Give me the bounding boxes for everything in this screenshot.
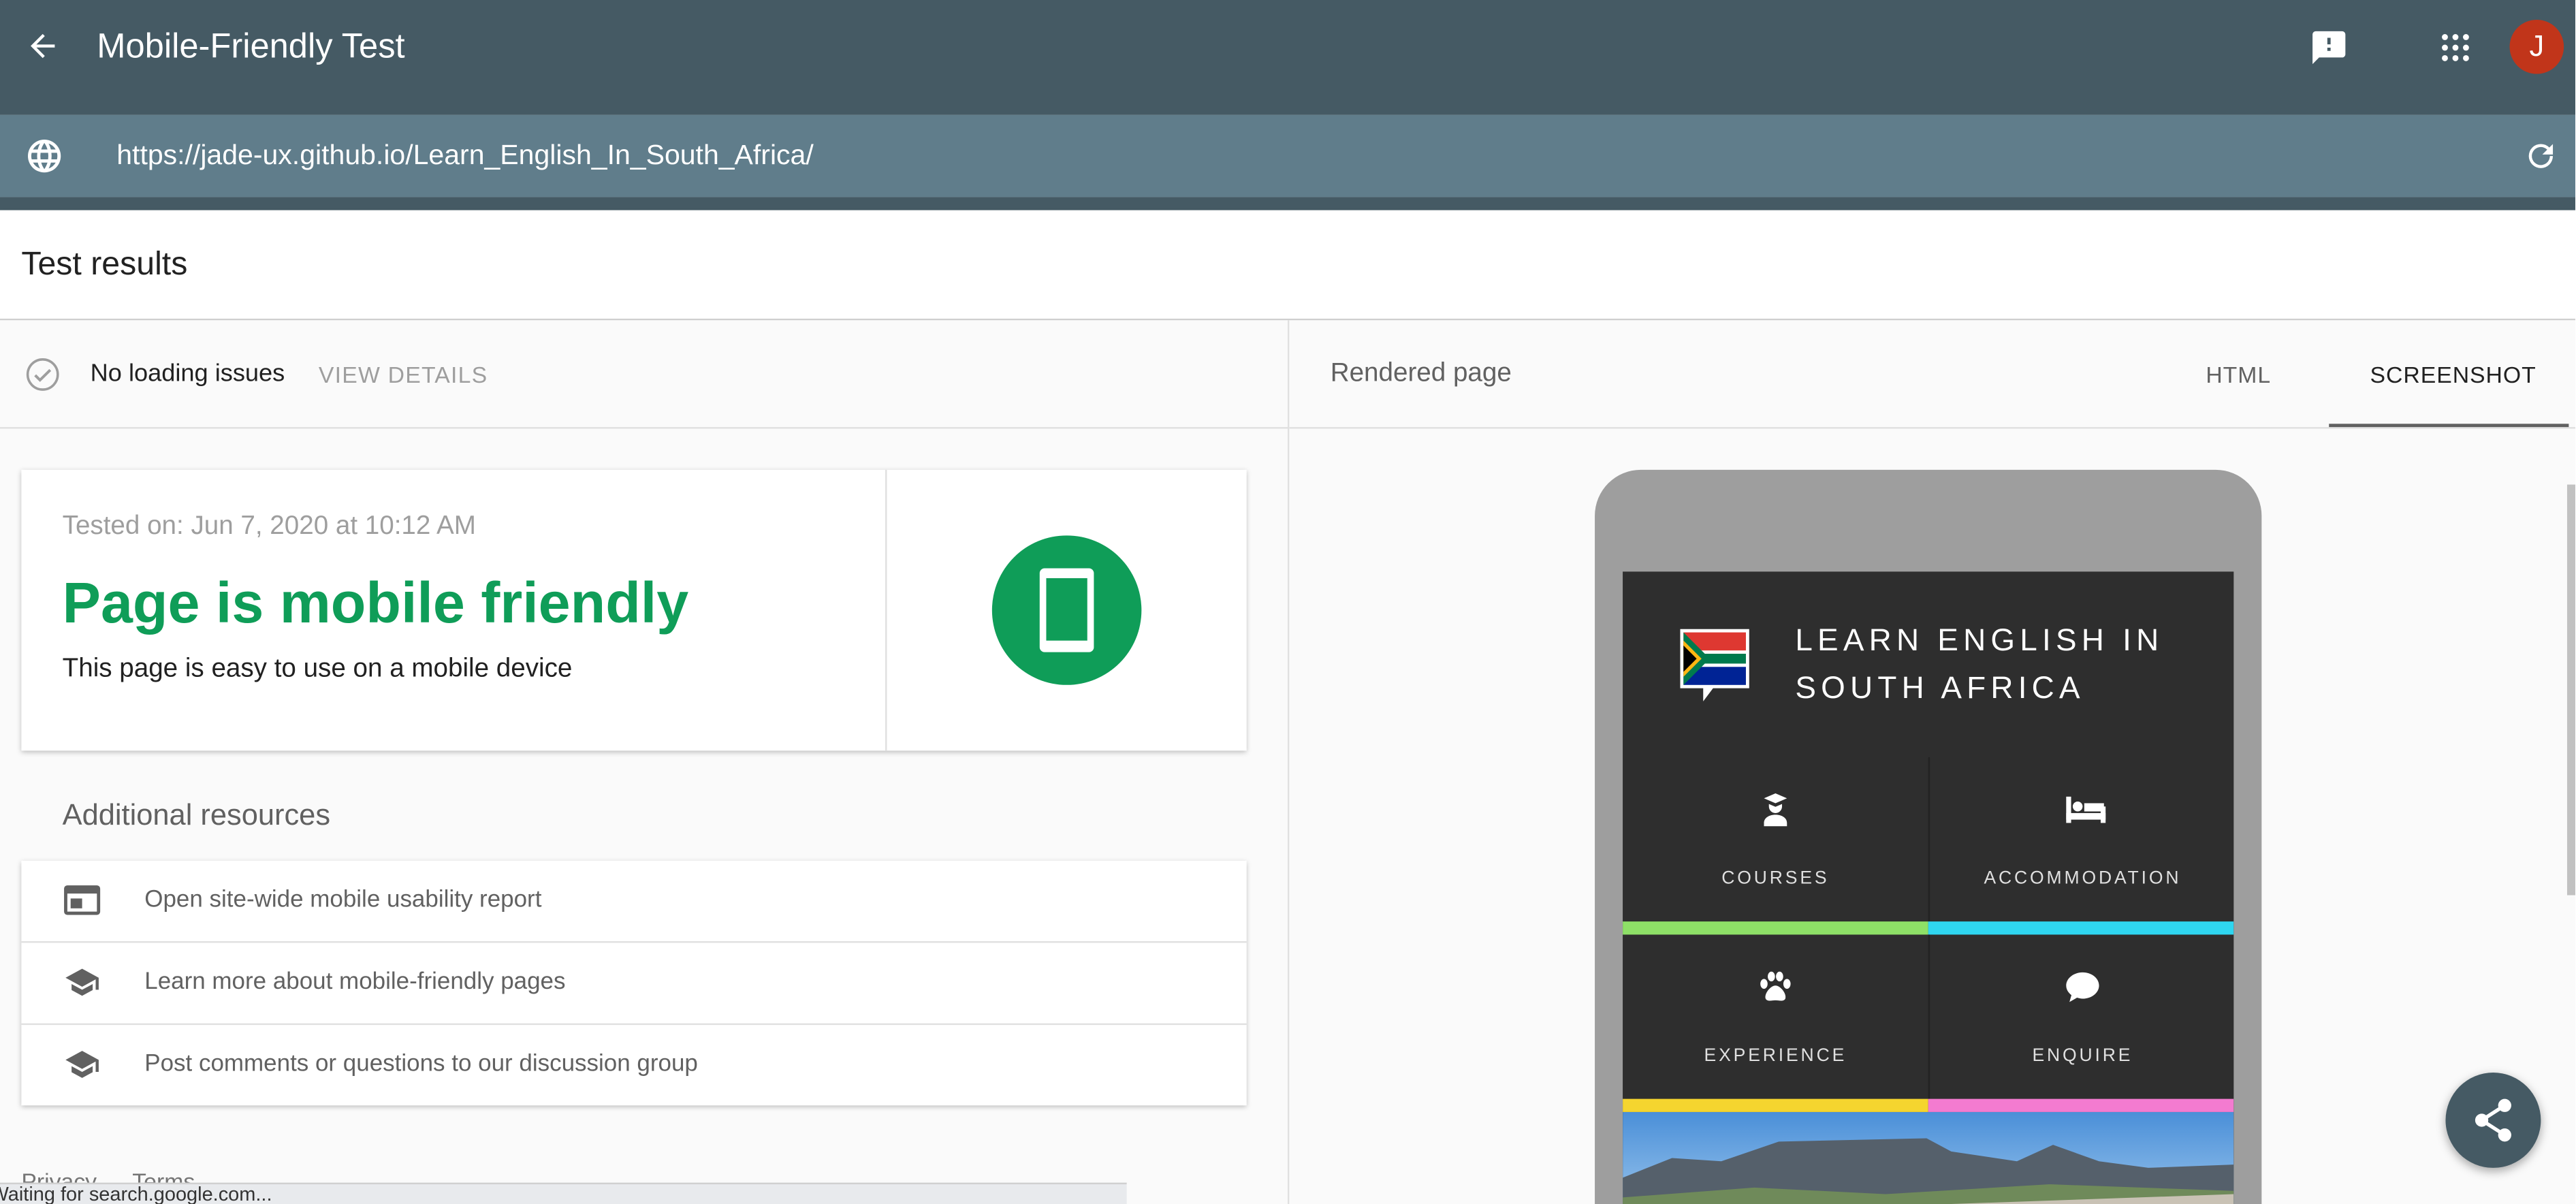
tile-label: EXPERIENCE [1704,1046,1847,1066]
tile-stripe-experience [1623,1098,1928,1112]
graduate-icon [1755,790,1795,838]
card-divider [885,469,887,751]
resource-item-learn-more[interactable]: Learn more about mobile-friendly pages [21,942,1247,1026]
app-bar: Mobile-Friendly Test J [0,0,2576,115]
site-title-line2: SOUTH AFRICA [1795,671,2085,707]
resource-item-usability-report[interactable]: Open site-wide mobile usability report [21,861,1247,943]
tile-label: COURSES [1721,868,1830,889]
loading-status-row: No loading issues VIEW DETAILS [0,320,1288,429]
refresh-icon[interactable] [2519,135,2562,178]
active-tab-indicator [2329,424,2569,428]
tile-label: ACCOMMODATION [1984,868,2182,889]
table-mountain-photo [1623,1111,2234,1204]
tab-html[interactable]: HTML [2206,362,2271,388]
browser-status-text: Waiting for search.google.com... [0,1182,272,1204]
results-heading: Test results [21,246,188,283]
share-button[interactable] [2445,1073,2541,1168]
site-screenshot: LEARN ENGLISH IN SOUTH AFRICA COURSES AC… [1623,571,2234,1204]
browser-status-bar: Waiting for search.google.com... [0,1182,1127,1204]
results-header: Test results [0,210,2576,321]
verdict-card: Tested on: Jun 7, 2020 at 10:12 AM Page … [21,469,1247,751]
url-input[interactable]: https://jade-ux.github.io/Learn_English_… [116,140,814,172]
tile-experience: EXPERIENCE [1623,934,1930,1112]
resource-item-discussion-group[interactable]: Post comments or questions to our discus… [21,1025,1246,1105]
tile-accommodation: ACCOMMODATION [1930,757,2233,934]
paw-icon [1755,968,1795,1015]
tile-courses: COURSES [1623,757,1930,935]
feedback-icon[interactable] [2308,27,2351,69]
resource-label: Learn more about mobile-friendly pages [144,969,566,996]
tile-stripe-accommodation [1928,921,2234,935]
tested-on-text: Tested on: Jun 7, 2020 at 10:12 AM [62,512,476,541]
rendered-tabs: Rendered page HTML SCREENSHOT [1289,320,2576,429]
resources-list: Open site-wide mobile usability report L… [21,860,1247,1106]
back-arrow-icon[interactable] [20,23,66,69]
view-details-link[interactable]: VIEW DETAILS [319,362,488,388]
tile-label: ENQUIRE [2032,1046,2133,1066]
tile-stripe-enquire [1928,1098,2234,1112]
school-icon [63,1046,102,1090]
resource-label: Post comments or questions to our discus… [144,1051,698,1078]
additional-resources-heading: Additional resources [62,798,331,831]
verdict-title: Page is mobile friendly [62,571,689,636]
tab-screenshot[interactable]: SCREENSHOT [2370,362,2537,388]
app-title: Mobile-Friendly Test [97,28,405,66]
header-band [0,197,2576,210]
account-avatar[interactable]: J [2509,19,2564,74]
verdict-subtitle: This page is easy to use on a mobile dev… [62,655,573,684]
apps-grid-icon[interactable] [2434,27,2477,69]
site-title: LEARN ENGLISH IN SOUTH AFRICA [1795,618,2163,713]
chat-bubble-icon [2063,968,2102,1015]
globe-icon [23,135,66,178]
south-africa-flag-icon [1677,626,1753,713]
share-icon [2475,1098,2511,1142]
web-report-icon [63,882,102,926]
resource-label: Open site-wide mobile usability report [144,887,542,914]
tile-stripe-courses [1623,921,1928,935]
loading-status-text: No loading issues [90,360,285,388]
school-icon [63,964,102,1009]
tile-enquire: ENQUIRE [1930,934,2233,1111]
site-title-line1: LEARN ENGLISH IN [1795,624,2164,659]
phone-frame: LEARN ENGLISH IN SOUTH AFRICA COURSES AC… [1595,469,2262,1204]
rendered-page-label: Rendered page [1330,360,1512,388]
avatar-initial: J [2529,29,2545,63]
mobile-phone-icon [991,535,1142,685]
results-pane: No loading issues VIEW DETAILS Tested on… [0,320,1290,1204]
rendered-page-pane: Rendered page HTML SCREENSHOT LEARN ENGL… [1289,320,2576,1204]
page-scrollbar[interactable] [2566,484,2576,896]
check-circle-icon [23,355,63,394]
url-bar: https://jade-ux.github.io/Learn_English_… [0,114,2576,197]
bed-icon [2063,790,2109,838]
